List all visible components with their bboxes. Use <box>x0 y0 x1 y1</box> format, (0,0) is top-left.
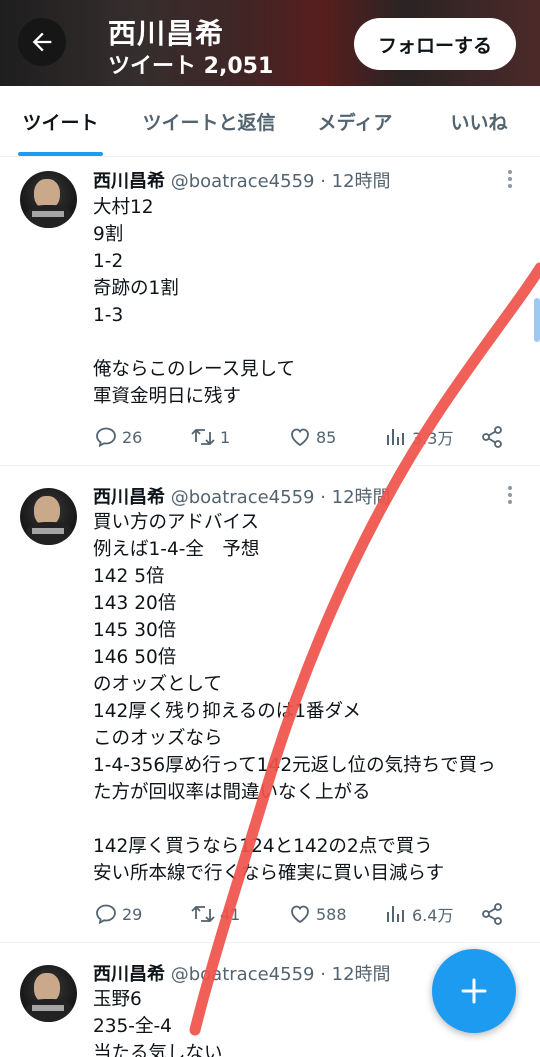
like-count: 588 <box>316 904 347 924</box>
back-button[interactable] <box>18 18 66 66</box>
tweet-line: 1-2 <box>93 251 124 272</box>
tweet[interactable]: 西川昌希 @boatrace4559 · 12時間 大村12 9割 1-2 奇跡… <box>0 157 540 466</box>
tweet-line: 大村12 <box>93 197 154 218</box>
reply-icon <box>96 427 116 448</box>
retweet-count: 1 <box>220 427 231 447</box>
tweet-line: 142 5倍 <box>93 566 165 587</box>
tweet-text: 買い方のアドバイス 例えば1-4-全 予想 142 5倍 143 20倍 145… <box>93 509 496 887</box>
tweet-line: のオッズとして <box>93 674 222 695</box>
handle-and-time: @boatrace4559 · 12時間 <box>170 171 391 192</box>
retweet-count: 41 <box>220 904 241 924</box>
compose-plus-icon <box>461 978 487 1004</box>
reply-count: 29 <box>122 904 143 924</box>
handle-and-time: @boatrace4559 · 12時間 <box>170 487 391 508</box>
avatar[interactable] <box>20 171 77 228</box>
tweet-actions: 29 41 588 6.4万 <box>0 899 540 929</box>
tweet-line <box>93 806 496 833</box>
more-icon[interactable] <box>502 168 518 190</box>
tweet-line: このオッズなら <box>93 728 223 749</box>
share-icon <box>482 903 502 925</box>
like-icon <box>291 428 309 447</box>
active-tab-indicator <box>18 152 103 156</box>
tab-tweets-and-replies[interactable]: ツイートと返信 <box>138 86 280 157</box>
tweet-header: 西川昌希 @boatrace4559 · 12時間 <box>93 483 391 509</box>
retweet-icon <box>191 905 215 923</box>
share-button[interactable] <box>480 422 508 452</box>
tweet-header: 西川昌希 @boatrace4559 · 12時間 <box>93 960 391 986</box>
author-name[interactable]: 西川昌希 <box>93 964 165 985</box>
like-icon <box>291 905 309 924</box>
tweet-line: 142厚く残り抑えるのは1番ダメ <box>93 701 361 722</box>
tweet-count: ツイート 2,051 <box>108 54 274 79</box>
views-button[interactable]: 3.3万 <box>384 422 453 452</box>
tweet-line: た方が回収率は間違いなく上がる <box>93 782 371 803</box>
author-name[interactable]: 西川昌希 <box>93 171 165 192</box>
tweet-line: 安い所本線で行くなら確実に買い目減らす <box>93 863 445 884</box>
profile-name: 西川昌希 <box>108 17 225 50</box>
tab-media[interactable]: メディア <box>312 86 398 157</box>
reply-icon <box>96 904 116 925</box>
views-icon <box>387 429 404 445</box>
tweet[interactable]: 西川昌希 @boatrace4559 · 12時間 買い方のアドバイス 例えば1… <box>0 466 540 943</box>
tweet-line: 俺ならこのレース見して <box>93 359 296 380</box>
tweet-line: 142厚く買うなら124と142の2点で買う <box>93 836 433 857</box>
reply-button[interactable]: 29 <box>94 899 142 929</box>
retweet-button[interactable]: 1 <box>190 422 230 452</box>
author-name[interactable]: 西川昌希 <box>93 487 165 508</box>
handle-and-time: @boatrace4559 · 12時間 <box>170 964 391 985</box>
tweet-text: 玉野6 235-全-4 当たる気しない <box>93 986 223 1057</box>
tweet-line: 軍資金明日に残す <box>93 386 242 407</box>
retweet-button[interactable]: 41 <box>190 899 240 929</box>
tab-likes[interactable]: いいね <box>446 86 512 157</box>
like-button[interactable]: 588 <box>288 899 347 929</box>
views-icon <box>387 906 404 922</box>
tweet-line: 玉野6 <box>93 989 142 1010</box>
tweet-line: 235-全-4 <box>93 1016 172 1037</box>
reply-button[interactable]: 26 <box>94 422 142 452</box>
tab-tweets[interactable]: ツイート <box>18 86 103 157</box>
more-icon[interactable] <box>502 484 518 506</box>
like-button[interactable]: 85 <box>288 422 336 452</box>
profile-tabs: ツイート ツイートと返信 メディア いいね <box>0 86 540 157</box>
avatar[interactable] <box>20 488 77 545</box>
tweet-line <box>93 329 295 356</box>
tweet-line: 1-3 <box>93 305 124 326</box>
tweet-text: 大村12 9割 1-2 奇跡の1割 1-3 俺ならこのレース見して 軍資金明日に… <box>93 194 295 410</box>
like-count: 85 <box>316 427 337 447</box>
reply-count: 26 <box>122 427 143 447</box>
tweet-line: 145 30倍 <box>93 620 177 641</box>
back-arrow-icon <box>32 32 52 52</box>
tweet-line: 当たる気しない <box>93 1043 223 1057</box>
tweet-line: 例えば1-4-全 予想 <box>93 539 260 560</box>
views-button[interactable]: 6.4万 <box>384 899 453 929</box>
compose-button[interactable] <box>432 949 516 1033</box>
view-count: 6.4万 <box>412 906 454 925</box>
tweet-line: 奇跡の1割 <box>93 278 179 299</box>
tweet-line: 9割 <box>93 224 124 245</box>
tweet-line: 146 50倍 <box>93 647 177 668</box>
retweet-icon <box>191 428 215 446</box>
tweet-line: 買い方のアドバイス <box>93 512 259 533</box>
profile-header: 西川昌希 ツイート 2,051 フォローする <box>0 0 540 86</box>
follow-button[interactable]: フォローする <box>354 18 516 70</box>
avatar[interactable] <box>20 965 77 1022</box>
share-icon <box>482 426 502 448</box>
tweet-line: 143 20倍 <box>93 593 177 614</box>
view-count: 3.3万 <box>412 429 454 448</box>
tweet-actions: 26 1 85 3.3万 <box>0 422 540 452</box>
scrollbar[interactable] <box>534 298 540 342</box>
tweet-header: 西川昌希 @boatrace4559 · 12時間 <box>93 167 391 193</box>
share-button[interactable] <box>480 899 508 929</box>
tweet-line: 1-4-356厚め行って142元返し位の気持ちで買っ <box>93 755 496 776</box>
